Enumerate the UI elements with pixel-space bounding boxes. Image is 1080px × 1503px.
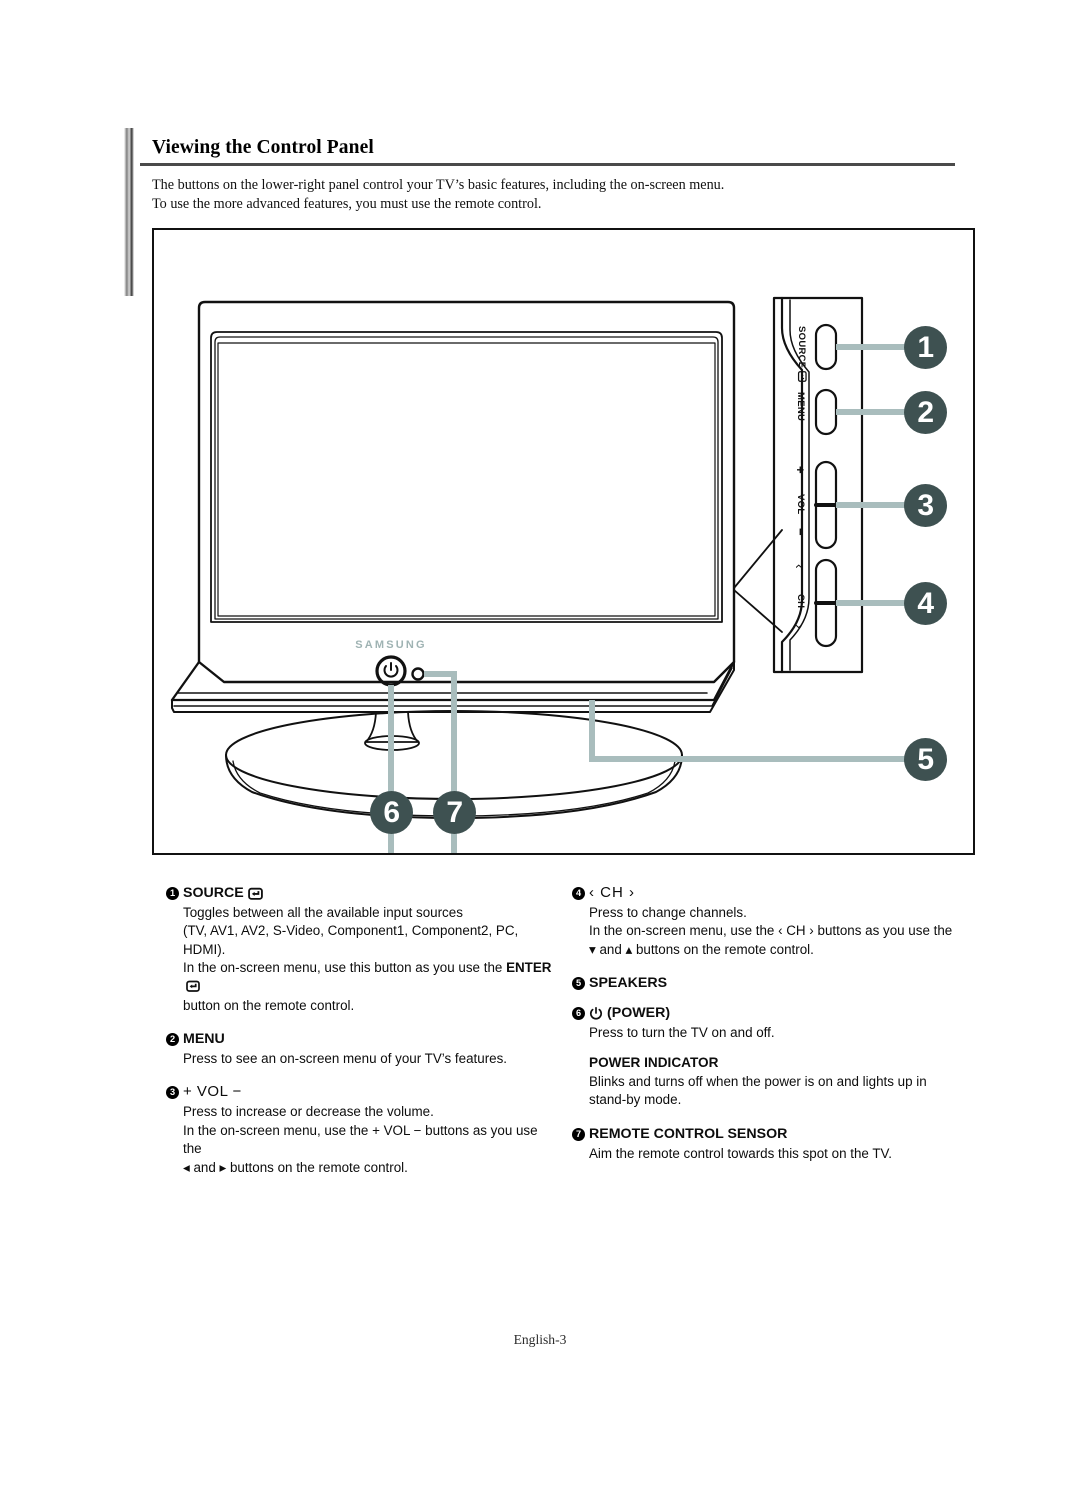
volume-label: + VOL − — [183, 1083, 242, 1101]
enter-keyword: ENTER — [506, 960, 552, 976]
description-item-volume-body: Press to increase or decrease the volume… — [183, 1103, 558, 1177]
description-column-right: 4 ‹ CH › Press to change channels. In th… — [572, 884, 962, 1165]
intro-line-1: The buttons on the lower-right panel con… — [152, 177, 725, 193]
callout-badge-7: 7 — [433, 791, 476, 834]
channel-label: ‹ CH › — [589, 884, 635, 901]
control-panel-block — [772, 296, 864, 674]
bullet-2: 2 — [166, 1032, 179, 1046]
power-indicator-line-2: stand-by mode. — [589, 1092, 682, 1108]
power-indicator-label: POWER INDICATOR — [589, 1055, 719, 1071]
channel-line-2: In the on-screen menu, use the ‹ CH › bu… — [589, 923, 953, 939]
panel-label-menu: MENU — [795, 392, 806, 422]
source-line-1: Toggles between all the available input … — [183, 904, 463, 920]
bullet-3: 3 — [166, 1086, 179, 1100]
description-item-channel: 4 ‹ CH › Press to change channels. In th… — [572, 884, 962, 959]
title-divider — [140, 163, 955, 166]
panel-label-ch-down: › — [792, 624, 808, 629]
callout-badge-4: 4 — [904, 582, 947, 625]
power-icon — [590, 1007, 602, 1020]
channel-line-1: Press to change channels. — [589, 904, 747, 920]
bullet-4: 4 — [572, 886, 585, 900]
description-item-channel-body: Press to change channels. In the on-scre… — [589, 904, 962, 960]
description-item-menu-heading: 2 MENU — [166, 1030, 558, 1049]
description-item-source: 1 SOURCE Toggles between all the availab… — [166, 884, 558, 1015]
panel-label-vol-plus: + — [793, 466, 808, 474]
description-item-remote-sensor: 7 REMOTE CONTROL SENSOR Aim the remote c… — [572, 1125, 962, 1163]
tv-screen — [217, 342, 716, 617]
source-line-3: In the on-screen menu, use this button a… — [183, 959, 558, 996]
callout-badge-1: 1 — [904, 326, 947, 369]
description-item-power-body: Press to turn the TV on and off. — [589, 1024, 775, 1040]
panel-label-ch: CH — [795, 594, 806, 609]
intro-line-2: To use the more advanced features, you m… — [152, 196, 542, 212]
description-item-speakers: 5 SPEAKERS — [572, 974, 962, 993]
speakers-label: SPEAKERS — [589, 975, 668, 992]
bullet-1: 1 — [166, 886, 179, 900]
intro-paragraph: The buttons on the lower-right panel con… — [152, 176, 962, 214]
volume-line-3: ◂ and ▸ buttons on the remote control. — [183, 1159, 408, 1175]
channel-line-3: ▾ and ▴ buttons on the remote control. — [589, 941, 814, 957]
description-item-source-heading: 1 SOURCE — [166, 884, 558, 903]
menu-button — [814, 388, 838, 436]
description-item-volume: 3 + VOL − Press to increase or decrease … — [166, 1083, 558, 1177]
menu-label: MENU — [183, 1031, 225, 1048]
description-item-volume-heading: 3 + VOL − — [166, 1083, 558, 1102]
volume-line-1: Press to increase or decrease the volume… — [183, 1103, 434, 1119]
description-item-channel-heading: 4 ‹ CH › — [572, 884, 962, 903]
control-panel-figure: SAMSUNG SOURCE MENU + VOL − ‹ CH › 1 2 3… — [152, 228, 975, 855]
samsung-logo: SAMSUNG — [355, 639, 427, 651]
description-item-power: 6 (POWER) Press to turn the TV on and of… — [572, 1004, 962, 1042]
volume-line-2: In the on-screen menu, use the + VOL − b… — [183, 1122, 538, 1157]
description-item-speakers-heading: 5 SPEAKERS — [572, 974, 962, 993]
page-title: Viewing the Control Panel — [152, 137, 374, 158]
page-footer: English-3 — [513, 1332, 567, 1347]
panel-label-ch-up: ‹ — [792, 564, 808, 569]
description-item-power-heading: 6 (POWER) — [572, 1004, 962, 1023]
panel-label-source: SOURCE — [796, 326, 808, 383]
remote-sensor-label: REMOTE CONTROL SENSOR — [589, 1125, 788, 1142]
source-line-2: (TV, AV1, AV2, S-Video, Component1, Comp… — [183, 923, 519, 957]
panel-label-vol-minus: − — [793, 528, 808, 536]
source-line-3-text: In the on-screen menu, use this button a… — [183, 960, 507, 976]
description-item-source-body: Toggles between all the available input … — [183, 904, 558, 1016]
bullet-5: 5 — [572, 977, 585, 991]
description-item-remote-sensor-heading: 7 REMOTE CONTROL SENSOR — [572, 1125, 962, 1144]
section-accent-bar — [124, 128, 134, 296]
enter-icon — [247, 887, 263, 900]
description-item-menu-body: Press to see an on-screen menu of your T… — [183, 1050, 508, 1066]
tv-illustration: SAMSUNG — [170, 296, 906, 853]
bullet-7: 7 — [572, 1127, 585, 1141]
panel-label-vol: VOL — [795, 494, 806, 515]
remote-control-sensor — [411, 667, 425, 681]
callout-badge-5: 5 — [904, 738, 947, 781]
callout-badge-2: 2 — [904, 391, 947, 434]
enter-icon — [797, 371, 807, 383]
power-indicator-body: Blinks and turns off when the power is o… — [589, 1073, 962, 1110]
source-label: SOURCE — [183, 885, 244, 901]
power-label: (POWER) — [607, 1004, 671, 1021]
source-button — [814, 323, 838, 371]
description-column-left: 1 SOURCE Toggles between all the availab… — [166, 884, 558, 1179]
bullet-6: 6 — [572, 1006, 585, 1020]
callout-badge-6: 6 — [370, 791, 413, 834]
callout-badge-3: 3 — [904, 484, 947, 527]
description-item-power-indicator: POWER INDICATOR Blinks and turns off whe… — [572, 1054, 962, 1110]
power-button-glyph — [383, 662, 399, 678]
source-line-4: button on the remote control. — [183, 997, 355, 1013]
enter-icon — [186, 980, 200, 992]
description-item-menu: 2 MENU Press to see an on-screen menu of… — [166, 1030, 558, 1068]
power-indicator-line-1: Blinks and turns off when the power is o… — [589, 1073, 927, 1089]
description-item-remote-sensor-body: Aim the remote control towards this spot… — [589, 1145, 892, 1161]
